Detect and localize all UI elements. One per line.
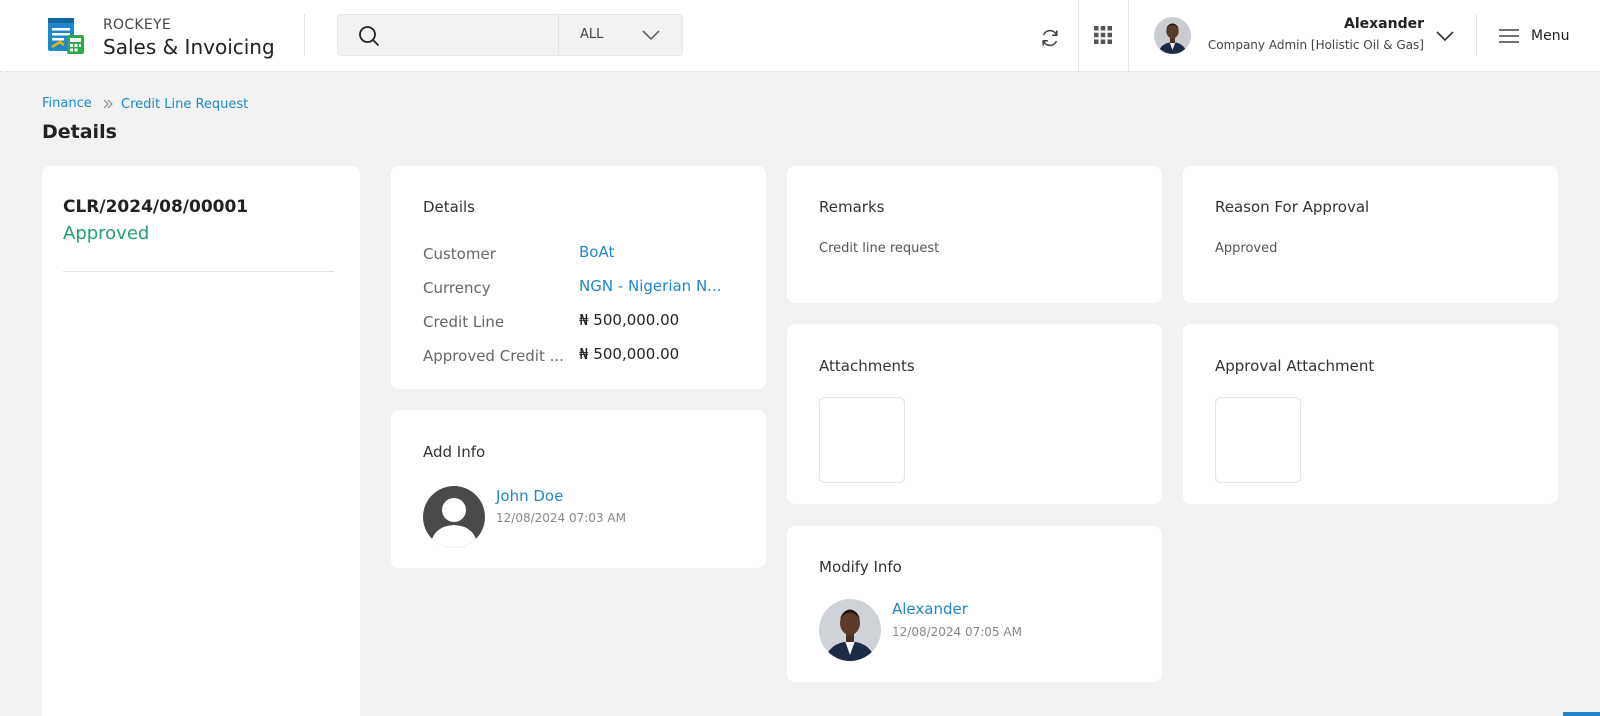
search-scope-value: ALL	[580, 27, 604, 42]
status-badge: Approved	[63, 223, 150, 244]
modify-info-title: Modify Info	[819, 558, 902, 576]
customer-label: Customer	[423, 245, 496, 263]
refresh-icon[interactable]	[1039, 27, 1061, 49]
details-card-title: Details	[423, 198, 476, 216]
user-photo-icon	[1154, 17, 1191, 54]
header-divider	[304, 14, 305, 56]
default-user-icon	[423, 486, 485, 548]
page-title: Details	[42, 121, 117, 143]
approval-attachment-thumbnail[interactable]	[1215, 397, 1301, 483]
divider	[63, 271, 334, 272]
currency-label: Currency	[423, 279, 491, 297]
created-timestamp: 12/08/2024 07:03 AM	[496, 511, 626, 525]
attachments-title: Attachments	[819, 357, 915, 375]
approval-attachment-card: Approval Attachment	[1183, 324, 1558, 504]
sales-invoice-logo-icon[interactable]	[46, 17, 86, 55]
brand-app-name: Sales & Invoicing	[103, 35, 275, 59]
hamburger-menu-icon[interactable]	[1499, 28, 1519, 44]
document-number: CLR/2024/08/00001	[63, 197, 249, 217]
avatar	[423, 486, 485, 548]
modifier-name-link[interactable]: Alexander	[892, 600, 968, 618]
creator-name-link[interactable]: John Doe	[496, 487, 563, 505]
breadcrumb-credit-line-request[interactable]: Credit Line Request	[121, 97, 248, 112]
remarks-title: Remarks	[819, 198, 885, 216]
user-photo-icon	[819, 599, 881, 661]
approved-credit-value: ₦ 500,000.00	[579, 345, 680, 363]
approved-credit-label: Approved Credit ...	[423, 347, 564, 365]
attachment-thumbnail[interactable]	[819, 397, 905, 483]
search-scope-dropdown[interactable]: ALL	[558, 15, 683, 55]
header-divider	[1128, 0, 1129, 72]
customer-link[interactable]: BoAt	[579, 243, 729, 261]
remarks-text: Credit line request	[819, 241, 940, 256]
summary-card: CLR/2024/08/00001 Approved	[42, 166, 360, 716]
reason-card: Reason For Approval Approved	[1183, 166, 1558, 303]
attachments-card: Attachments	[787, 324, 1162, 504]
search-bar: ALL	[337, 14, 683, 56]
modified-timestamp: 12/08/2024 07:05 AM	[892, 625, 1022, 639]
currency-link[interactable]: NGN - Nigerian N...	[579, 277, 729, 295]
menu-button[interactable]: Menu	[1531, 28, 1569, 44]
header-divider	[1078, 0, 1079, 72]
user-role: Company Admin [Holistic Oil & Gas]	[1207, 38, 1424, 52]
details-card: Details Customer BoAt Currency NGN - Nig…	[391, 166, 766, 389]
double-chevron-right-icon	[103, 99, 113, 109]
chevron-down-icon[interactable]	[1435, 28, 1455, 44]
add-info-card: Add Info John Doe 12/08/2024 07:03 AM	[391, 410, 766, 568]
reason-title: Reason For Approval	[1215, 198, 1370, 216]
top-header: ROCKEYE Sales & Invoicing ALL Alexander …	[0, 0, 1600, 72]
search-input[interactable]	[392, 21, 542, 49]
approval-attachment-title: Approval Attachment	[1215, 357, 1375, 375]
user-name[interactable]: Alexander	[1344, 16, 1424, 32]
brand-company: ROCKEYE	[103, 17, 172, 33]
chevron-down-icon	[642, 30, 660, 41]
breadcrumb-finance[interactable]: Finance	[42, 96, 92, 111]
avatar	[819, 599, 881, 661]
modify-info-card: Modify Info Alexander 12/08/2024 07:05 A…	[787, 526, 1162, 682]
remarks-card: Remarks Credit line request	[787, 166, 1162, 303]
brand[interactable]: ROCKEYE Sales & Invoicing	[103, 16, 275, 60]
user-avatar[interactable]	[1154, 17, 1191, 54]
reason-text: Approved	[1215, 241, 1278, 256]
credit-line-label: Credit Line	[423, 313, 505, 331]
add-info-title: Add Info	[423, 443, 486, 461]
apps-grid-icon[interactable]	[1094, 26, 1112, 44]
credit-line-value: ₦ 500,000.00	[579, 311, 680, 329]
search-icon[interactable]	[358, 25, 380, 47]
scroll-indicator	[1563, 712, 1600, 716]
header-divider	[1476, 14, 1477, 56]
